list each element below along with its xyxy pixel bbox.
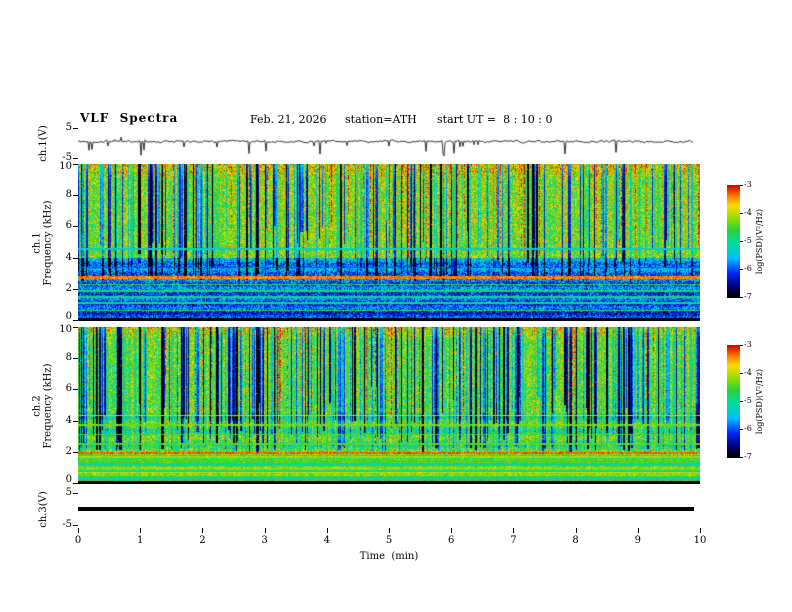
ch3-voltage-axis-text: ch.3(V)	[38, 491, 49, 528]
ch3-waveform-panel	[78, 490, 700, 528]
psd-tick-label: -4	[744, 208, 760, 217]
psd-tick-mark	[740, 241, 743, 242]
freq-tick-label: 4	[50, 252, 72, 263]
ch2-axis-frequency-text: Frequency (kHz)	[43, 363, 54, 448]
ch1-waveform-canvas	[78, 125, 700, 161]
time-tick-mark	[638, 528, 639, 533]
freq-tick-label: 8	[50, 352, 72, 363]
ch1-axis-channel-text: ch.1	[32, 200, 43, 285]
colorbar-ch1	[727, 185, 740, 298]
ch1-frequency-axis-label: ch.1 Frequency (kHz)	[26, 164, 60, 321]
colorbar1-axis-label: log(PSD)(V²/Hz)	[752, 185, 768, 298]
time-tick-mark	[389, 528, 390, 533]
time-tick-mark	[78, 528, 79, 533]
freq-tick-label: 10	[50, 324, 72, 335]
time-tick-label: 2	[191, 535, 213, 546]
psd-tick-mark	[740, 213, 743, 214]
psd-tick-mark	[740, 401, 743, 402]
freq-tick-label: 8	[50, 189, 72, 200]
time-tick-label: 3	[254, 535, 276, 546]
psd-tick-label: -7	[744, 292, 760, 301]
psd-tick-label: -4	[744, 368, 760, 377]
psd-tick-label: -3	[744, 340, 760, 349]
psd-tick-label: -3	[744, 180, 760, 189]
voltage-tick-label: 5	[50, 122, 72, 133]
voltage-tick-label: 5	[50, 487, 72, 498]
psd-tick-mark	[740, 345, 743, 346]
freq-tick-label: 10	[50, 161, 72, 172]
colorbar1-label-text: log(PSD)(V²/Hz)	[755, 209, 766, 274]
time-tick-mark	[451, 528, 452, 533]
ch2-spectrogram-panel	[78, 327, 700, 484]
ch1-waveform-panel	[78, 125, 700, 161]
psd-tick-mark	[740, 269, 743, 270]
ch3-voltage-axis-label: ch.3(V)	[34, 490, 52, 528]
time-tick-label: 1	[129, 535, 151, 546]
time-tick-label: 5	[378, 535, 400, 546]
colorbar-ch2	[727, 345, 740, 458]
voltage-tick-label: -5	[50, 152, 72, 163]
time-tick-mark	[140, 528, 141, 533]
time-tick-mark	[576, 528, 577, 533]
x-axis-label: Time (min)	[78, 551, 700, 562]
freq-tick-label: 0	[50, 474, 72, 485]
psd-tick-mark	[740, 297, 743, 298]
psd-tick-mark	[740, 185, 743, 186]
freq-tick-label: 6	[50, 383, 72, 394]
colorbar2-axis-label: log(PSD)(V²/Hz)	[752, 345, 768, 458]
ch1-spectrogram-panel	[78, 164, 700, 321]
psd-tick-mark	[740, 373, 743, 374]
time-tick-label: 6	[440, 535, 462, 546]
time-tick-mark	[513, 528, 514, 533]
ch1-voltage-axis-label: ch.1(V)	[34, 125, 52, 161]
time-tick-mark	[700, 528, 701, 533]
psd-tick-mark	[740, 457, 743, 458]
ch1-voltage-axis-text: ch.1(V)	[38, 125, 49, 162]
time-tick-mark	[327, 528, 328, 533]
vlf-spectra-figure: VLF Spectra Feb. 21, 2026 station=ATH st…	[0, 0, 792, 612]
colorbar2-label-text: log(PSD)(V²/Hz)	[755, 369, 766, 434]
time-tick-label: 0	[67, 535, 89, 546]
ch2-axis-channel-text: ch.2	[32, 363, 43, 448]
ch2-spectrogram-canvas	[78, 327, 700, 484]
freq-tick-label: 4	[50, 415, 72, 426]
time-tick-mark	[202, 528, 203, 533]
psd-tick-mark	[740, 429, 743, 430]
ch2-frequency-axis-label: ch.2 Frequency (kHz)	[26, 327, 60, 484]
plot-title: VLF Spectra	[80, 111, 178, 125]
psd-tick-label: -5	[744, 396, 760, 405]
psd-tick-label: -6	[744, 264, 760, 273]
ch1-axis-frequency-text: Frequency (kHz)	[43, 200, 54, 285]
time-tick-label: 7	[502, 535, 524, 546]
psd-tick-label: -5	[744, 236, 760, 245]
time-tick-mark	[265, 528, 266, 533]
freq-tick-label: 0	[50, 311, 72, 322]
voltage-tick-label: -5	[50, 519, 72, 530]
time-tick-label: 9	[627, 535, 649, 546]
psd-tick-label: -6	[744, 424, 760, 433]
ch3-flat-trace	[78, 507, 694, 511]
ch1-spectrogram-canvas	[78, 164, 700, 321]
time-tick-label: 10	[689, 535, 711, 546]
time-tick-label: 4	[316, 535, 338, 546]
freq-tick-label: 6	[50, 220, 72, 231]
freq-tick-label: 2	[50, 446, 72, 457]
psd-tick-label: -7	[744, 452, 760, 461]
freq-tick-label: 2	[50, 283, 72, 294]
time-tick-label: 8	[565, 535, 587, 546]
